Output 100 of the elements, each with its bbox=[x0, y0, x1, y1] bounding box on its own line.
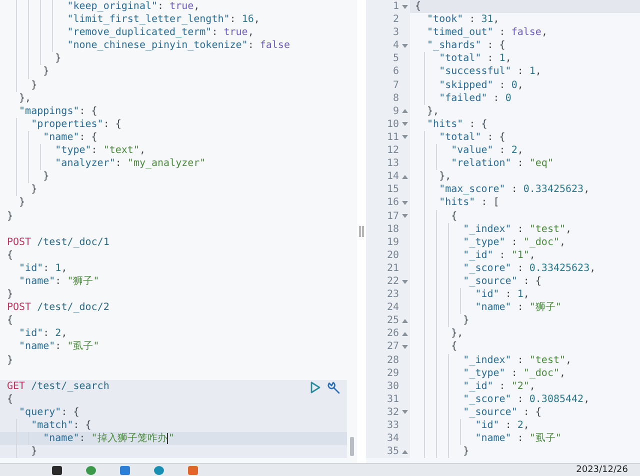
code-line: "query": { bbox=[18, 406, 80, 419]
code-line: } bbox=[54, 52, 62, 66]
wrench-icon[interactable] bbox=[327, 380, 341, 395]
code-line: "_source" : { bbox=[462, 406, 542, 419]
code-line: "failed" : 0 bbox=[438, 92, 512, 105]
code-line: { bbox=[7, 314, 14, 328]
code-line: "total" : { bbox=[438, 130, 506, 144]
code-line: "value" : 2, bbox=[450, 144, 524, 158]
fold-arrow-icon[interactable] bbox=[402, 318, 408, 323]
code-line: { bbox=[450, 210, 458, 223]
code-line: } bbox=[30, 445, 38, 458]
code-line: "skipped" : 0, bbox=[438, 78, 524, 92]
code-line: { bbox=[450, 340, 458, 354]
fold-arrow-icon[interactable] bbox=[402, 214, 408, 218]
code-line: "id": 1, bbox=[18, 262, 68, 275]
code-line: "remove_duplicated_term": true, bbox=[66, 26, 254, 40]
taskbar-app-icon[interactable] bbox=[52, 466, 62, 474]
line-number: 13 bbox=[386, 157, 399, 170]
fold-arrow-icon[interactable] bbox=[402, 410, 408, 414]
code-line: "_id" : "2", bbox=[462, 380, 536, 393]
code-line: } bbox=[30, 183, 38, 196]
line-number: 31 bbox=[386, 392, 399, 406]
line-number: 19 bbox=[386, 236, 399, 249]
resize-handle-icon[interactable] bbox=[359, 226, 364, 237]
code-line: "_index" : "test", bbox=[462, 222, 572, 236]
code-line: "name": "狮子" bbox=[18, 274, 100, 288]
code-line: "keep_original": true, bbox=[66, 0, 200, 14]
code-line: "type": "text", bbox=[54, 144, 146, 158]
fold-arrow-icon[interactable] bbox=[402, 122, 408, 126]
code-line: "_score" : 0.3085442, bbox=[462, 392, 590, 406]
code-line: } bbox=[18, 196, 26, 210]
line-number: 24 bbox=[386, 301, 399, 314]
fold-arrow-icon[interactable] bbox=[402, 450, 408, 454]
fold-arrow-icon[interactable] bbox=[402, 4, 408, 9]
code-line: "name": { bbox=[42, 130, 98, 144]
code-line: "match": { bbox=[30, 419, 92, 432]
code-line: } bbox=[30, 78, 38, 92]
play-icon[interactable] bbox=[310, 381, 321, 394]
line-number: 3 bbox=[392, 26, 399, 40]
line-number: 34 bbox=[386, 432, 399, 446]
line-number: 2 bbox=[392, 13, 399, 26]
code-line: }, bbox=[426, 104, 440, 118]
line-number: 35 bbox=[386, 445, 399, 458]
line-number: 22 bbox=[386, 274, 399, 288]
code-line: "analyzer": "my_analyzer" bbox=[54, 157, 206, 170]
line-number: 25 bbox=[386, 314, 399, 328]
scrollbar-thumb[interactable] bbox=[350, 437, 354, 456]
code-line: "mappings": { bbox=[18, 104, 98, 118]
line-number: 16 bbox=[386, 196, 399, 210]
code-line: "_source" : { bbox=[462, 274, 542, 288]
line-number: 18 bbox=[386, 222, 399, 236]
code-line: "_shards" : { bbox=[426, 39, 506, 52]
code-line: "hits" : [ bbox=[438, 196, 500, 210]
code-line: } bbox=[462, 314, 470, 328]
line-number: 29 bbox=[386, 366, 399, 380]
fold-arrow-icon[interactable] bbox=[402, 332, 408, 336]
line-number: 17 bbox=[386, 210, 399, 223]
code-line: "properties": { bbox=[30, 118, 122, 131]
fold-arrow-icon[interactable] bbox=[402, 344, 408, 349]
fold-arrow-icon[interactable] bbox=[402, 174, 408, 179]
line-number: 21 bbox=[386, 262, 399, 275]
line-number: 27 bbox=[386, 340, 399, 354]
code-line: } bbox=[7, 288, 14, 302]
code-line: "name" : "狮子" bbox=[474, 301, 562, 314]
line-number: 9 bbox=[392, 104, 399, 118]
code-line: "timed_out" : false, bbox=[426, 26, 548, 40]
line-number: 15 bbox=[386, 183, 399, 196]
line-number: 4 bbox=[392, 39, 399, 52]
line-number: 28 bbox=[386, 354, 399, 367]
code-line: "total" : 1, bbox=[438, 52, 512, 66]
code-line: }, bbox=[438, 170, 452, 184]
code-line: { bbox=[415, 0, 422, 14]
code-line: }, bbox=[450, 327, 464, 340]
fold-arrow-icon[interactable] bbox=[402, 200, 408, 205]
fold-arrow-icon[interactable] bbox=[402, 280, 408, 284]
fold-arrow-icon[interactable] bbox=[402, 109, 408, 114]
code-line: }, bbox=[18, 92, 32, 105]
line-number: 12 bbox=[386, 144, 399, 158]
code-line: POST /test/_doc/1 bbox=[7, 236, 110, 249]
line-number: 20 bbox=[386, 248, 399, 262]
code-line: } bbox=[42, 170, 50, 184]
line-number: 32 bbox=[386, 406, 399, 419]
taskbar-date: 2023/12/26 bbox=[576, 465, 628, 475]
code-line: "name": "掉入狮子笼咋办" bbox=[42, 432, 174, 446]
fold-arrow-icon[interactable] bbox=[402, 44, 408, 48]
code-line: { bbox=[7, 248, 14, 262]
code-line: "id" : 1, bbox=[474, 288, 530, 302]
code-line: "took" : 31, bbox=[426, 13, 500, 26]
code-line: "name" : "虱子" bbox=[474, 432, 562, 446]
fold-arrow-icon[interactable] bbox=[402, 135, 408, 140]
code-line: "id": 2, bbox=[18, 327, 68, 340]
code-line: } bbox=[7, 210, 14, 223]
line-number: 11 bbox=[386, 130, 399, 144]
line-number: 14 bbox=[386, 170, 399, 184]
line-number: 5 bbox=[392, 52, 399, 66]
code-line: { bbox=[7, 392, 14, 406]
line-number: 7 bbox=[392, 78, 399, 92]
code-line: "_type" : "_doc", bbox=[462, 366, 566, 380]
line-number: 30 bbox=[386, 380, 399, 393]
line-number: 1 bbox=[392, 0, 399, 14]
